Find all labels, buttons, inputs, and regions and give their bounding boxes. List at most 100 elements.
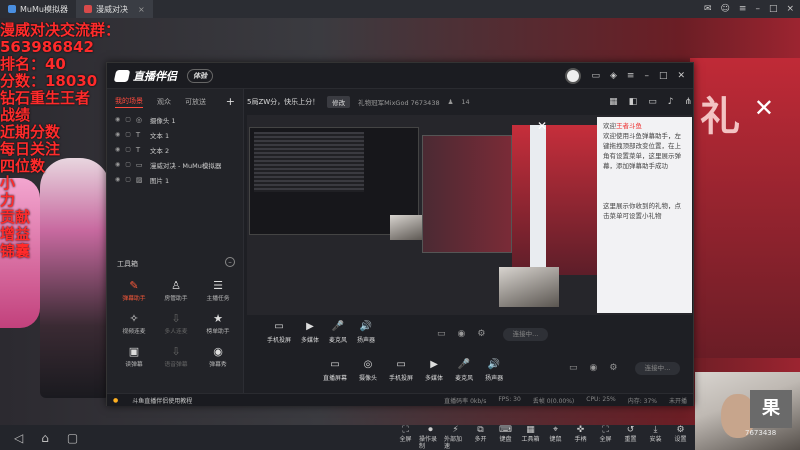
emulator-tool[interactable]: ⚙ 设置 [669, 425, 692, 450]
os-tab-mumu[interactable]: MuMu模拟器 [0, 0, 76, 18]
close-tab-icon[interactable]: × [138, 5, 145, 14]
scene-item[interactable]: ◉ ▢ ▨ 图片 1 [107, 172, 243, 187]
close-overlay-icon[interactable]: ✕ [754, 94, 774, 122]
screen-icon[interactable]: ▭ [648, 97, 657, 107]
visibility-icon[interactable]: ◉ [590, 363, 598, 373]
lock-icon[interactable]: ▢ [125, 146, 131, 153]
game-icon [83, 5, 92, 13]
tool-9[interactable]: ◉ 弹幕秀 [197, 345, 239, 368]
control-6[interactable]: 🔊 扬声器 [485, 359, 503, 382]
visibility-icon[interactable]: ◉ [115, 131, 120, 138]
back-icon[interactable]: ◁ [14, 431, 23, 445]
lock-icon[interactable]: ▢ [125, 176, 131, 183]
room-info: 礼物冠军MixGod 7673438 [358, 99, 440, 107]
tool-8[interactable]: ⇩ 语音弹幕 [155, 345, 197, 368]
settings-icon[interactable]: ⚙ [477, 329, 485, 339]
avatar[interactable] [565, 67, 582, 84]
scene-item[interactable]: ◉ ▢ ◎ 摄像头 1 [107, 112, 243, 127]
scene-item[interactable]: ◉ ▢ T 文本 1 [107, 127, 243, 142]
maximize-icon[interactable]: □ [659, 71, 668, 81]
edit-title-button[interactable]: 修改 [327, 96, 351, 108]
emulator-tool[interactable]: ⧉ 多开 [469, 425, 492, 450]
stream-preview[interactable]: ✕ 欢迎王者斗鱼 欢迎使用斗鱼弹幕助手，左键拖拽顶部改变位置，在上角有设置菜单，… [247, 115, 692, 315]
unlock-icon[interactable]: ◧ [629, 97, 638, 107]
tool-2[interactable]: ♙ 房管助手 [155, 279, 197, 302]
tutorial-link[interactable]: 斗鱼直播伴侣使用教程 [132, 396, 192, 405]
start-stream-button[interactable]: 连接中... [503, 328, 548, 341]
control-2[interactable]: ◎ 摄像头 [359, 359, 377, 382]
control-3[interactable]: ▭ 手机投屏 [389, 359, 413, 382]
lock-icon[interactable]: ▢ [125, 116, 131, 123]
user-icon[interactable]: ☺ [721, 4, 730, 14]
emulator-tool[interactable]: ⌨ 键盘 [494, 425, 517, 450]
emulator-tool[interactable]: ✜ 手柄 [569, 425, 592, 450]
emulator-tool[interactable]: ⏺ 操作录制 [419, 425, 442, 450]
tool-3[interactable]: ☰ 主播任务 [197, 279, 239, 302]
close-icon[interactable]: × [786, 4, 794, 14]
tab-my-scenes[interactable]: 我的场景 [115, 96, 143, 108]
emulator-tool[interactable]: ⚡ 外部加速 [444, 425, 467, 450]
settings-icon[interactable]: ⚙ [609, 363, 617, 373]
version-badge[interactable]: 体验 [187, 68, 213, 83]
bell-icon[interactable]: ♪ [668, 97, 674, 107]
emulator-tool[interactable]: ⛶ 全屏 [594, 425, 617, 450]
control-2[interactable]: ▶ 多媒体 [301, 321, 319, 344]
lock-icon[interactable]: ▢ [125, 131, 131, 138]
add-scene-icon[interactable]: + [226, 95, 235, 108]
overlay-line: 增益 [0, 225, 31, 243]
home-icon[interactable]: ⌂ [41, 431, 49, 445]
tool-4[interactable]: ✧ 视频连麦 [113, 312, 155, 335]
visibility-icon[interactable]: ◉ [115, 161, 120, 168]
scene-item[interactable]: ◉ ▢ T 文本 2 [107, 142, 243, 157]
control-label: 手机投屏 [389, 375, 414, 382]
tab-audience[interactable]: 观众 [157, 97, 171, 107]
tool-1[interactable]: ✎ 弹幕助手 [113, 279, 155, 302]
emulator-title-bar: MuMu模拟器 漫威对决 × ✉ ☺ ≡ – □ × [0, 0, 800, 18]
mail-icon[interactable]: ✉ [704, 4, 712, 14]
emulator-tool[interactable]: ↺ 重置 [619, 425, 642, 450]
visibility-icon[interactable]: ◉ [115, 176, 120, 183]
control-icon: 🎤 [457, 359, 471, 370]
skin-icon[interactable]: ◈ [610, 71, 617, 81]
close-icon[interactable]: ✕ [677, 71, 685, 81]
danmu-gift-text: 这里展示你收到的礼物，点击菜单可设置小礼物 [603, 202, 681, 220]
control-3[interactable]: 🎤 麦克风 [329, 321, 347, 344]
start-stream-button-secondary[interactable]: 连接中... [635, 362, 680, 375]
record-icon[interactable]: ▭ [569, 363, 578, 373]
message-icon[interactable]: ▭ [591, 71, 600, 81]
visibility-icon[interactable]: ◉ [458, 329, 466, 339]
emulator-tool[interactable]: ⤓ 安装 [644, 425, 667, 450]
emulator-tool[interactable]: ⌖ 键鼠 [544, 425, 567, 450]
menu-icon[interactable]: ≡ [739, 4, 747, 14]
tool-7[interactable]: ▣ 读弹幕 [113, 345, 155, 368]
emulator-tool-icon: ⛶ [402, 425, 409, 435]
lock-icon[interactable]: ▢ [125, 161, 131, 168]
app-logo: 直播伴侣 体验 [113, 68, 213, 84]
record-icon[interactable]: ▭ [437, 329, 446, 339]
share-icon[interactable]: ⋔ [684, 97, 692, 107]
control-4[interactable]: 🔊 扬声器 [357, 321, 375, 344]
control-4[interactable]: ▶ 多媒体 [425, 359, 443, 382]
minimize-icon[interactable]: – [755, 4, 760, 14]
emulator-tool[interactable]: ▦ 工具箱 [519, 425, 542, 450]
overlay-line: 分数：18030 [0, 72, 98, 90]
os-tab-game[interactable]: 漫威对决 × [75, 0, 153, 18]
minimize-icon[interactable]: – [644, 71, 649, 81]
tool-6[interactable]: ★ 榜单助手 [197, 312, 239, 335]
visibility-icon[interactable]: ◉ [115, 116, 120, 123]
toolbox-collapse-icon[interactable]: – [225, 257, 235, 267]
scene-item[interactable]: ◉ ▢ ▭ 漫威对决 - MuMu模拟器 [107, 157, 243, 172]
gift-icon[interactable]: ▦ [609, 97, 618, 107]
emulator-tool[interactable]: ⛶ 全屏 [394, 425, 417, 450]
tab-available[interactable]: 可放送 [185, 97, 206, 107]
recent-apps-icon[interactable]: ▢ [67, 431, 78, 445]
control-1[interactable]: ▭ 直播屏幕 [323, 359, 347, 382]
control-1[interactable]: ▭ 手机投屏 [267, 321, 291, 344]
menu-icon[interactable]: ≡ [627, 71, 635, 81]
overlay-line: 四位数 [0, 157, 46, 175]
tool-label: 弹幕秀 [209, 362, 227, 368]
tool-5[interactable]: ⇩ 多人连麦 [155, 312, 197, 335]
visibility-icon[interactable]: ◉ [115, 146, 120, 153]
control-5[interactable]: 🎤 麦克风 [455, 359, 473, 382]
maximize-icon[interactable]: □ [769, 4, 778, 14]
